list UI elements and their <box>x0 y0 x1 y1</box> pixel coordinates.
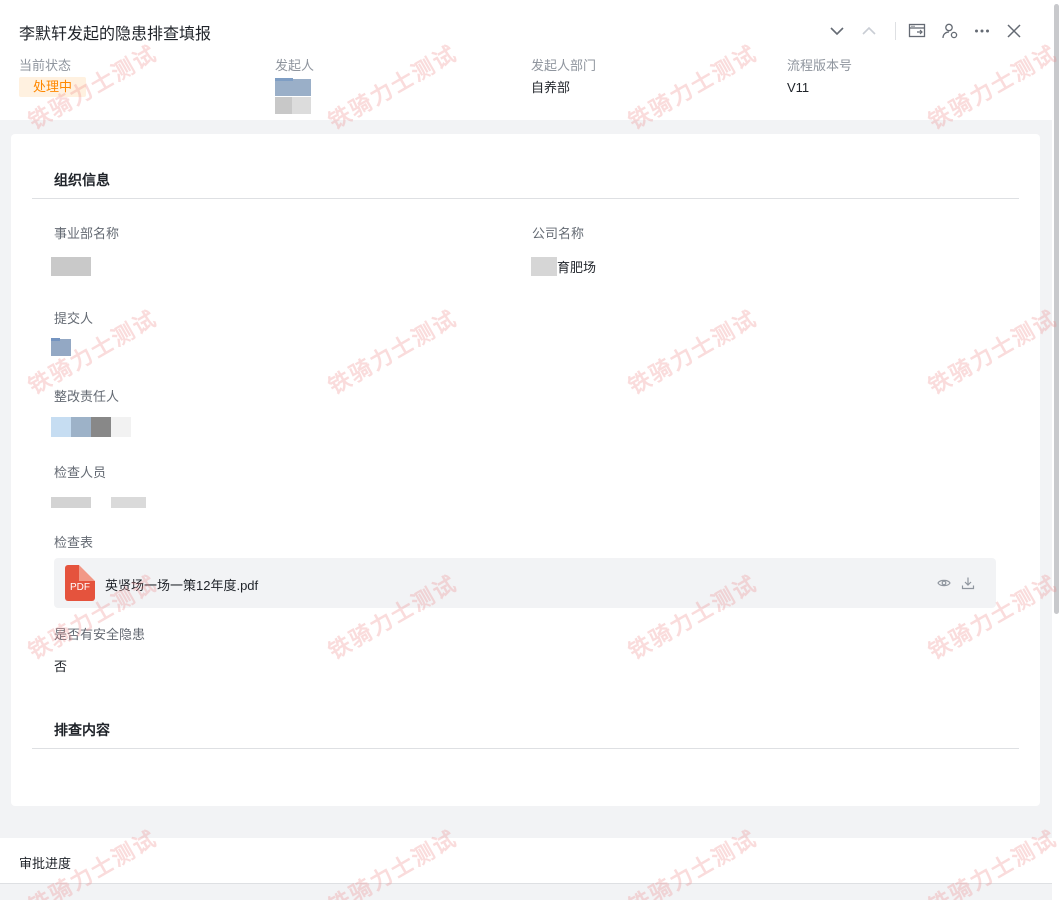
hazard-label: 是否有安全隐患 <box>54 627 146 642</box>
approval-progress-title: 审批进度 <box>19 856 72 871</box>
version-label: 流程版本号 <box>787 58 853 73</box>
next-record-button[interactable] <box>824 18 850 44</box>
rectifier-label: 整改责任人 <box>54 389 120 404</box>
transfer-button[interactable] <box>937 18 963 44</box>
chevron-down-icon <box>830 27 844 36</box>
meta-initiator: 发起人 <box>275 58 314 115</box>
scrollbar-thumb[interactable] <box>1054 4 1059 614</box>
meta-department: 发起人部门 自养部 <box>531 58 596 96</box>
attachment-row[interactable]: PDF 英贤场一场一策12年度.pdf <box>54 558 996 608</box>
page-title: 李默轩发起的隐患排查填报 <box>19 26 212 43</box>
initiator-avatar <box>275 77 311 115</box>
toolbar-divider <box>895 22 896 40</box>
user-share-icon <box>942 23 958 39</box>
initiator-label: 发起人 <box>275 58 315 73</box>
version-value: V11 <box>787 80 810 95</box>
inspector-label: 检查人员 <box>54 465 107 480</box>
chevron-up-icon <box>862 26 876 35</box>
prev-record-button[interactable] <box>856 18 882 44</box>
preview-button[interactable] <box>936 575 952 591</box>
meta-status: 当前状态 处理中 <box>19 58 87 97</box>
form-card: 组织信息 事业部名称 公司名称 育肥场 提交人 整改责任人 检查人员 检查表 P… <box>11 134 1040 806</box>
open-window-icon <box>908 23 926 38</box>
section-title-content: 排查内容 <box>54 722 110 738</box>
detail-header: 李默轩发起的隐患排查填报 当前状态 处理中 发起人 发起人部门 自养部 流程版本… <box>0 0 1052 120</box>
more-icon <box>975 29 989 33</box>
submitter-label: 提交人 <box>54 311 94 326</box>
company-value: 育肥场 <box>557 260 597 275</box>
pdf-file-icon: PDF <box>65 565 95 601</box>
attachment-name[interactable]: 英贤场一场一策12年度.pdf <box>105 575 258 594</box>
pdf-badge-text: PDF <box>70 581 90 593</box>
close-button[interactable] <box>1001 18 1027 44</box>
section-title-org: 组织信息 <box>54 172 110 188</box>
status-badge: 处理中 <box>19 77 87 97</box>
company-value-redacted <box>531 257 557 276</box>
checklist-label: 检查表 <box>54 535 94 550</box>
download-icon <box>961 577 975 590</box>
status-label: 当前状态 <box>19 58 72 73</box>
eye-icon <box>937 579 951 587</box>
more-button[interactable] <box>969 18 995 44</box>
division-label: 事业部名称 <box>54 226 120 241</box>
section-divider <box>32 748 1019 749</box>
section-divider <box>32 198 1019 199</box>
close-icon <box>1007 24 1021 38</box>
open-in-window-button[interactable] <box>904 18 930 44</box>
hazard-value: 否 <box>54 659 68 674</box>
dept-value: 自养部 <box>531 80 571 95</box>
meta-version: 流程版本号 V11 <box>787 58 852 96</box>
download-button[interactable] <box>960 575 976 591</box>
approval-progress-bar: 审批进度 <box>0 838 1052 884</box>
company-label: 公司名称 <box>532 226 585 241</box>
dept-label: 发起人部门 <box>531 58 597 73</box>
division-value-redacted <box>51 257 91 276</box>
